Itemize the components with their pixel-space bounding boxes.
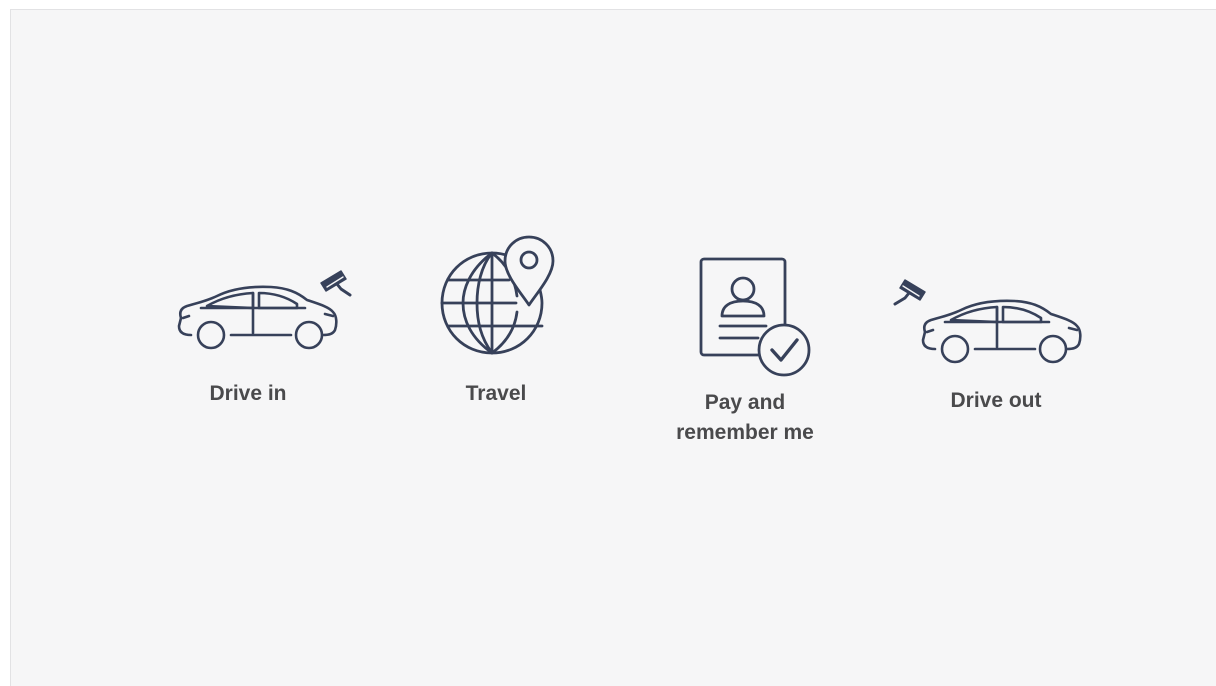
car-icon bbox=[177, 285, 338, 350]
step-label-drive-out: Drive out bbox=[950, 389, 1042, 412]
step-label-drive-in: Drive in bbox=[209, 382, 287, 405]
slide-canvas: Drive in Travel Pay and remember me Driv… bbox=[10, 9, 1216, 686]
step-label-travel: Travel bbox=[465, 382, 527, 405]
car-icon bbox=[921, 299, 1082, 364]
checkmark-badge-icon bbox=[757, 323, 811, 377]
step-label-line-2: remember me bbox=[676, 421, 814, 444]
security-camera-icon bbox=[320, 270, 352, 297]
step-label-line-1: Pay and bbox=[704, 391, 786, 414]
step-label-pay-and-remember-me: Pay and remember me bbox=[651, 388, 839, 448]
map-pin-icon bbox=[503, 235, 555, 307]
